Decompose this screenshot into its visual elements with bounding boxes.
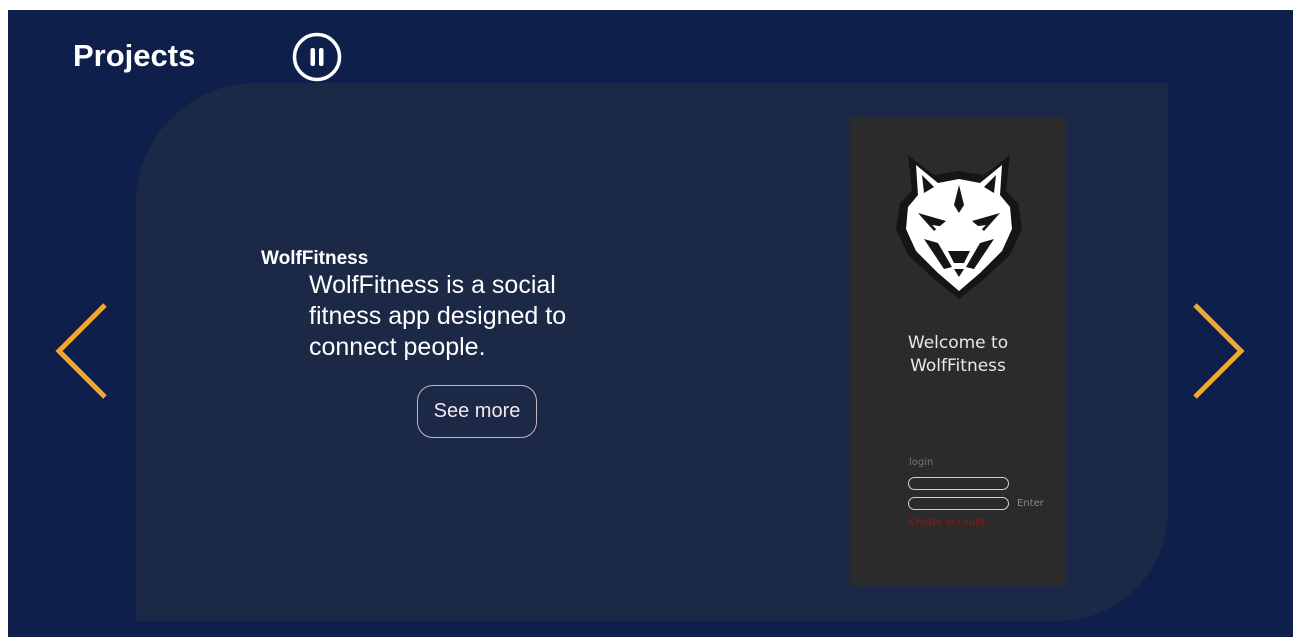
welcome-line-2: WolfFitness (910, 356, 1006, 376)
preview-username-field (908, 477, 1009, 490)
chevron-left-icon (55, 303, 107, 399)
previous-project-button[interactable] (50, 302, 110, 402)
wolf-head-icon (896, 155, 1022, 299)
app-preview-screenshot: Welcome to WolfFitness login Enter Creat… (850, 117, 1066, 586)
project-name: WolfFitness (261, 248, 369, 269)
pause-button[interactable] (292, 32, 342, 82)
pause-circle-icon (292, 32, 342, 82)
project-card: WolfFitness WolfFitness is a social fitn… (136, 83, 1168, 621)
welcome-line-1: Welcome to (907, 333, 1009, 353)
next-project-button[interactable] (1190, 302, 1250, 402)
page-title: Projects (73, 38, 196, 73)
login-label: login (909, 457, 934, 468)
project-description: WolfFitness is a social fitness app desi… (309, 271, 567, 361)
projects-section: Projects WolfFitness WolfFitness is a so… (8, 10, 1293, 637)
preview-password-field (908, 497, 1009, 510)
see-more-button[interactable]: See more (417, 385, 537, 438)
preview-enter-link: Enter (1017, 498, 1044, 509)
welcome-text: Welcome to WolfFitness (850, 332, 1066, 378)
preview-create-account-link: Create account (909, 517, 986, 528)
chevron-right-icon (1193, 303, 1245, 399)
